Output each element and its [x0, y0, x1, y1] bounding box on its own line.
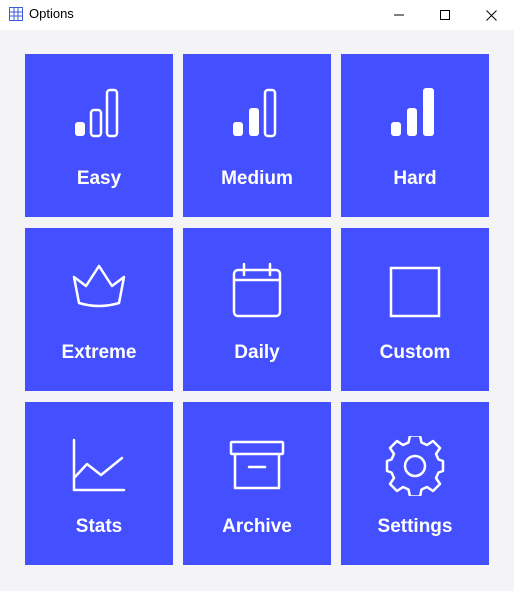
tile-label: Hard	[393, 168, 437, 189]
tile-settings[interactable]: Settings	[341, 402, 489, 565]
line-chart-icon	[72, 438, 126, 492]
gear-icon	[385, 436, 445, 496]
maximize-button[interactable]	[422, 0, 468, 30]
square-icon	[389, 266, 441, 318]
tile-easy[interactable]: Easy	[25, 54, 173, 217]
tile-archive[interactable]: Archive	[183, 402, 331, 565]
tile-label: Archive	[222, 516, 292, 537]
window-title: Options	[29, 6, 74, 21]
tile-label: Easy	[76, 168, 122, 189]
signal-bars-full-icon	[391, 88, 434, 136]
signal-bars-medium-icon	[233, 88, 277, 138]
calendar-icon	[232, 262, 282, 318]
archive-box-icon	[229, 440, 285, 490]
tile-extreme[interactable]: Extreme	[25, 228, 173, 391]
tile-hard[interactable]: Hard	[341, 54, 489, 217]
tile-label: Custom	[379, 342, 451, 363]
minimize-icon	[394, 14, 404, 16]
close-button[interactable]	[468, 0, 514, 30]
options-window: Options Easy Medium Hard Extreme Daily C…	[0, 0, 514, 591]
tile-daily[interactable]: Daily	[183, 228, 331, 391]
tile-label: Stats	[75, 516, 123, 537]
tile-label: Medium	[221, 168, 293, 189]
tile-medium[interactable]: Medium	[183, 54, 331, 217]
crown-icon	[72, 264, 126, 308]
signal-bars-low-icon	[75, 88, 119, 138]
title-bar[interactable]: Options	[0, 0, 514, 30]
tile-stats[interactable]: Stats	[25, 402, 173, 565]
minimize-button[interactable]	[376, 0, 422, 30]
close-icon	[485, 9, 497, 21]
maximize-icon	[440, 10, 450, 20]
tile-custom[interactable]: Custom	[341, 228, 489, 391]
grid-app-icon	[9, 7, 23, 21]
tile-label: Daily	[234, 342, 280, 363]
tile-label: Extreme	[61, 342, 137, 363]
tile-label: Settings	[377, 516, 453, 537]
